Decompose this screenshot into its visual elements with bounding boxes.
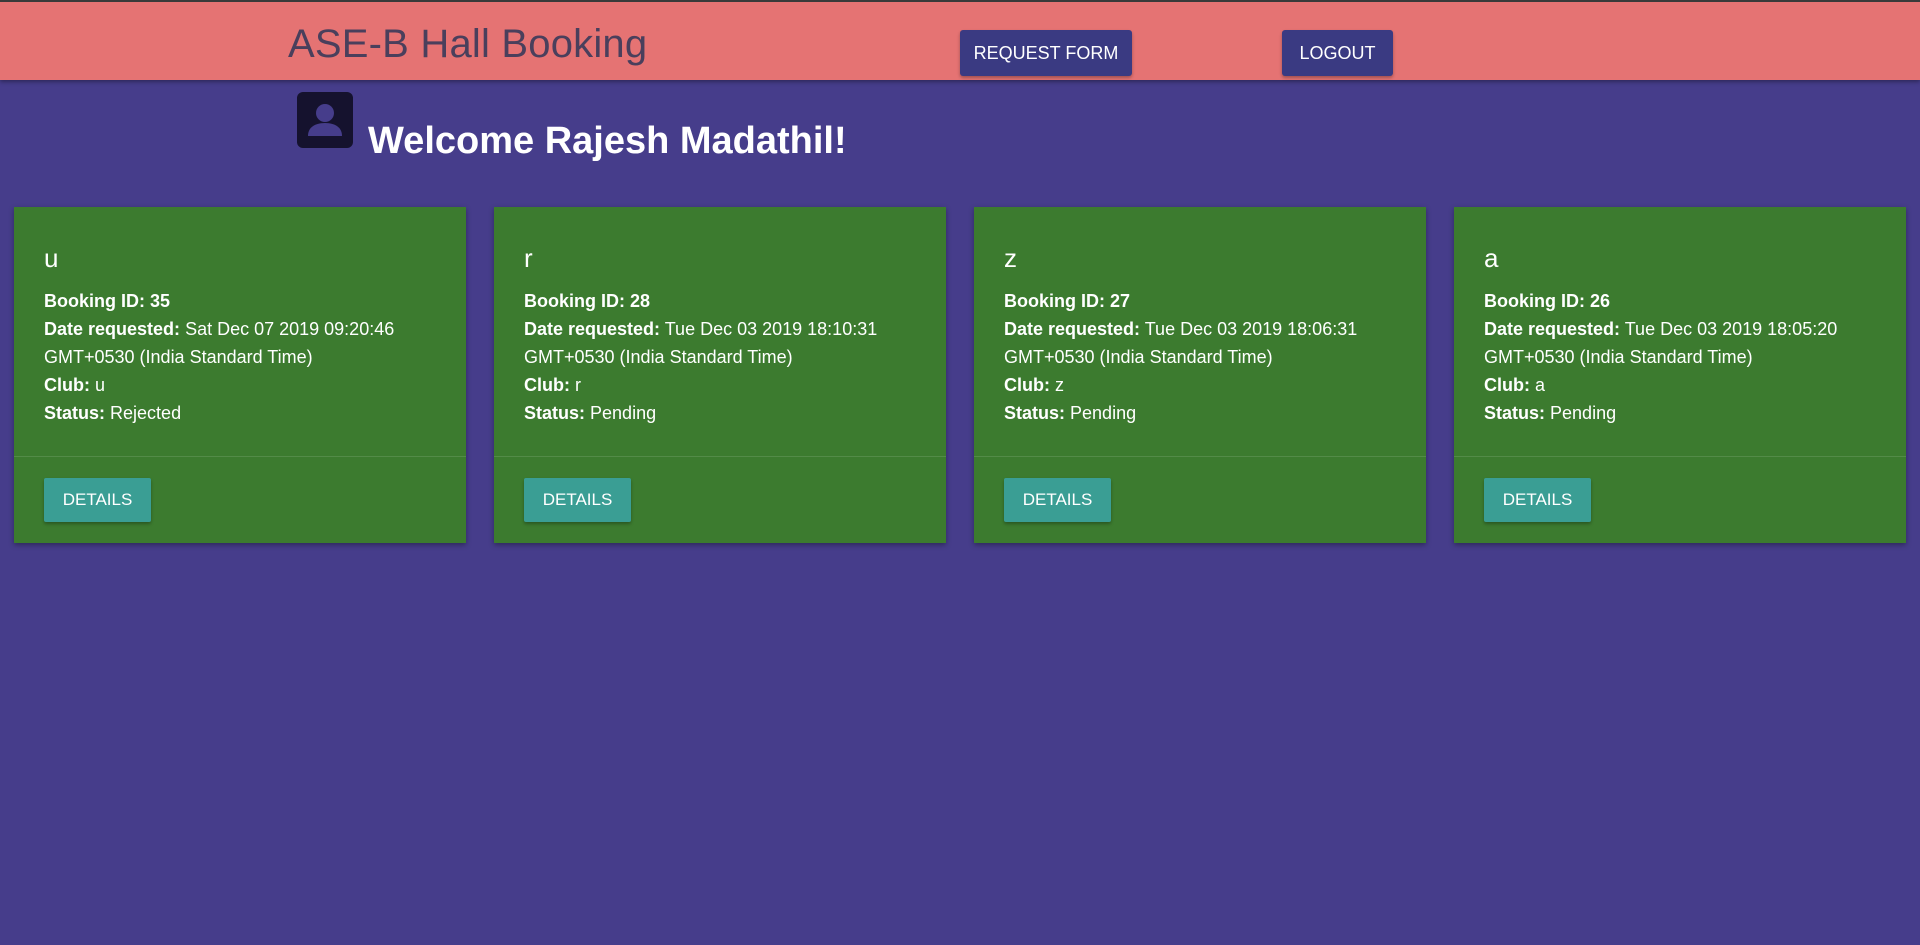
date-requested-timezone: GMT+0530 (India Standard Time): [44, 347, 313, 367]
booking-id-value: 35: [150, 291, 171, 311]
details-button[interactable]: DETAILS: [1484, 478, 1591, 522]
status-label: Status:: [524, 403, 586, 423]
booking-card-actions: DETAILS: [14, 457, 466, 543]
booking-card-title: a: [1484, 243, 1499, 273]
status-label: Status:: [1004, 403, 1066, 423]
club-label: Club:: [44, 375, 90, 395]
date-requested-label: Date requested:: [44, 319, 181, 339]
club-label: Club:: [1484, 375, 1530, 395]
booking-card-actions: DETAILS: [974, 457, 1426, 543]
date-requested-value: Tue Dec 03 2019 18:10:31: [664, 319, 878, 339]
date-requested-value: Sat Dec 07 2019 09:20:46: [185, 319, 395, 339]
club-value: z: [1055, 375, 1064, 395]
status-line: Status: Rejected: [44, 399, 436, 427]
date-requested-label: Date requested:: [1484, 319, 1621, 339]
status-label: Status:: [1484, 403, 1546, 423]
club-value: r: [575, 375, 581, 395]
booking-card: r Booking ID: 28 Date requested: Tue Dec…: [494, 207, 946, 543]
booking-card-title: u: [44, 243, 59, 273]
status-line: Status: Pending: [524, 399, 916, 427]
date-requested-timezone: GMT+0530 (India Standard Time): [1004, 347, 1273, 367]
booking-card: u Booking ID: 35 Date requested: Sat Dec…: [14, 207, 466, 543]
booking-card-title: r: [524, 243, 533, 273]
club-line: Club: u: [44, 371, 436, 399]
date-requested-value: Tue Dec 03 2019 18:06:31: [1144, 319, 1358, 339]
status-value: Pending: [1550, 403, 1617, 423]
date-requested-line: Date requested: Tue Dec 03 2019 18:10:31: [524, 315, 916, 343]
booking-card-content: z Booking ID: 27 Date requested: Tue Dec…: [974, 207, 1426, 457]
booking-card-title: z: [1004, 243, 1017, 273]
booking-card: z Booking ID: 27 Date requested: Tue Dec…: [974, 207, 1426, 543]
club-line: Club: r: [524, 371, 916, 399]
booking-id-label: Booking ID:: [44, 291, 145, 311]
club-label: Club:: [1004, 375, 1050, 395]
account-box-icon: [297, 92, 353, 148]
club-value: u: [95, 375, 106, 395]
booking-card-content: r Booking ID: 28 Date requested: Tue Dec…: [494, 207, 946, 457]
booking-id-line: Booking ID: 26: [1484, 287, 1876, 315]
booking-card-actions: DETAILS: [494, 457, 946, 543]
details-button[interactable]: DETAILS: [524, 478, 631, 522]
request-form-button[interactable]: REQUEST FORM: [960, 30, 1132, 76]
status-label: Status:: [44, 403, 106, 423]
club-line: Club: z: [1004, 371, 1396, 399]
booking-id-label: Booking ID:: [524, 291, 625, 311]
status-value: Pending: [1070, 403, 1137, 423]
booking-card-actions: DETAILS: [1454, 457, 1906, 543]
booking-id-line: Booking ID: 27: [1004, 287, 1396, 315]
top-app-bar: ASE-B Hall Booking REQUEST FORM LOGOUT: [0, 0, 1920, 80]
booking-id-line: Booking ID: 35: [44, 287, 436, 315]
booking-card-content: a Booking ID: 26 Date requested: Tue Dec…: [1454, 207, 1906, 457]
date-requested-timezone: GMT+0530 (India Standard Time): [1484, 347, 1753, 367]
date-requested-label: Date requested:: [1004, 319, 1141, 339]
club-line: Club: a: [1484, 371, 1876, 399]
details-button[interactable]: DETAILS: [1004, 478, 1111, 522]
date-requested-line: Date requested: Tue Dec 03 2019 18:05:20: [1484, 315, 1876, 343]
details-button[interactable]: DETAILS: [44, 478, 151, 522]
date-requested-value: Tue Dec 03 2019 18:05:20: [1624, 319, 1838, 339]
logout-button[interactable]: LOGOUT: [1282, 30, 1393, 76]
booking-card-content: u Booking ID: 35 Date requested: Sat Dec…: [14, 207, 466, 457]
club-label: Club:: [524, 375, 570, 395]
welcome-heading: Welcome Rajesh Madathil!: [368, 120, 847, 162]
booking-id-value: 26: [1590, 291, 1611, 311]
date-requested-timezone: GMT+0530 (India Standard Time): [524, 347, 793, 367]
date-requested-label: Date requested:: [524, 319, 661, 339]
booking-id-label: Booking ID:: [1484, 291, 1585, 311]
booking-id-line: Booking ID: 28: [524, 287, 916, 315]
status-value: Rejected: [110, 403, 182, 423]
status-line: Status: Pending: [1484, 399, 1876, 427]
status-value: Pending: [590, 403, 657, 423]
booking-id-value: 27: [1110, 291, 1131, 311]
date-requested-line: Date requested: Sat Dec 07 2019 09:20:46: [44, 315, 436, 343]
status-line: Status: Pending: [1004, 399, 1396, 427]
booking-card: a Booking ID: 26 Date requested: Tue Dec…: [1454, 207, 1906, 543]
app-title: ASE-B Hall Booking: [288, 22, 648, 66]
date-requested-line: Date requested: Tue Dec 03 2019 18:06:31: [1004, 315, 1396, 343]
booking-id-value: 28: [630, 291, 651, 311]
club-value: a: [1535, 375, 1546, 395]
booking-id-label: Booking ID:: [1004, 291, 1105, 311]
